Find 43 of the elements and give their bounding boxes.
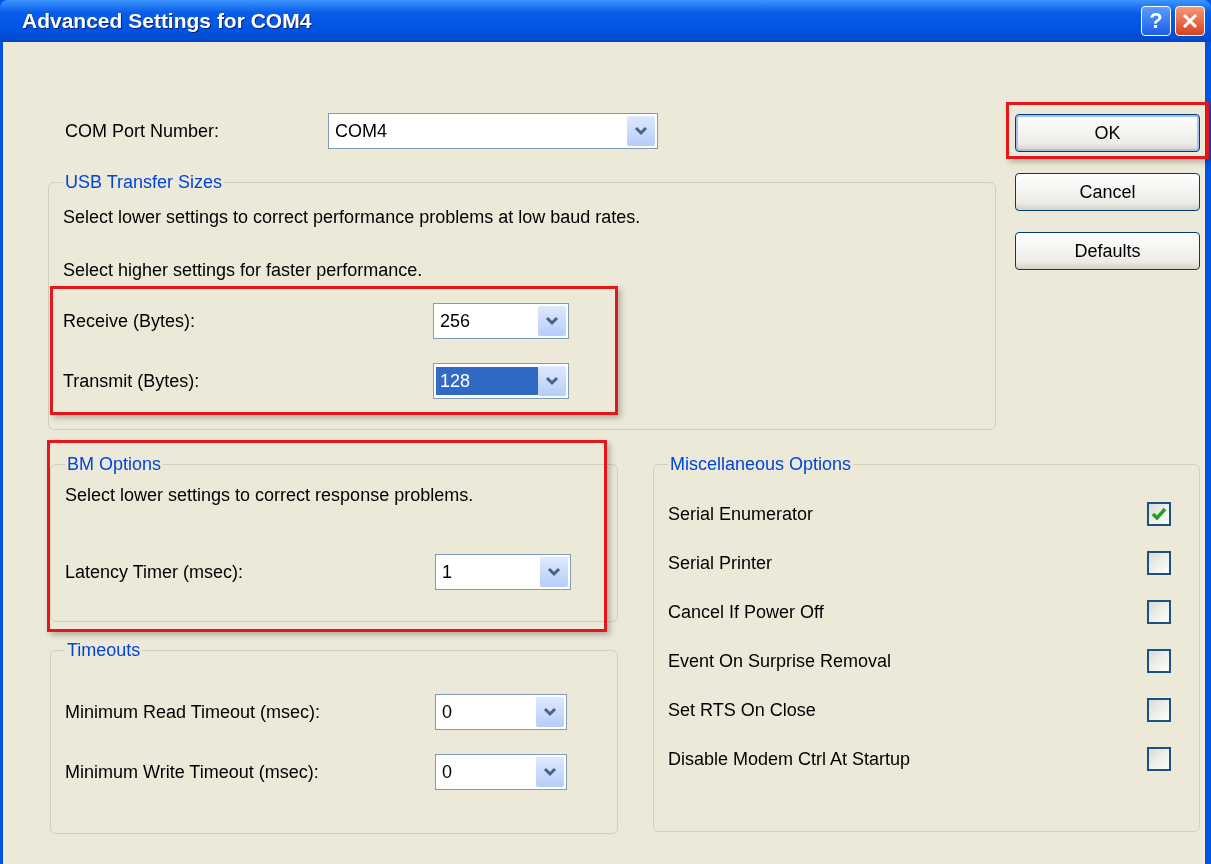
- description-text: Select higher settings for faster performance.: [63, 260, 424, 282]
- close-icon: [1182, 13, 1198, 29]
- group-title: Miscellaneous Options: [669, 454, 853, 475]
- group-title: Timeouts: [66, 640, 142, 661]
- checkbox[interactable]: [1147, 649, 1171, 673]
- field-label: Latency Timer (msec):: [65, 561, 245, 583]
- chevron-down-icon: [634, 126, 648, 136]
- dropdown[interactable]: 128: [433, 363, 569, 399]
- chevron-down-icon: [545, 316, 559, 326]
- field-label: COM Port Number:: [65, 120, 221, 142]
- checkbox[interactable]: [1147, 698, 1171, 722]
- window-title: Advanced Settings for COM4: [22, 9, 313, 33]
- chevron-down-icon: [543, 767, 557, 777]
- dropdown[interactable]: 0: [435, 694, 567, 730]
- group-title: USB Transfer Sizes: [64, 172, 224, 193]
- dialog-button[interactable]: OK: [1015, 114, 1200, 152]
- chevron-down-icon: [543, 707, 557, 717]
- description-text: Select lower settings to correct performance problems at low baud rates.: [63, 207, 642, 229]
- dropdown[interactable]: 1: [435, 554, 571, 590]
- field-label: Transmit (Bytes):: [63, 370, 201, 392]
- field-label: Minimum Write Timeout (msec):: [65, 761, 320, 783]
- dropdown[interactable]: 0: [435, 754, 567, 790]
- option-label: Disable Modem Ctrl At Startup: [668, 748, 911, 770]
- option-label: Set RTS On Close: [668, 699, 816, 721]
- option-label: Serial Enumerator: [668, 503, 814, 525]
- dialog-button[interactable]: Defaults: [1015, 232, 1200, 270]
- dropdown[interactable]: 256: [433, 303, 569, 339]
- option-label: Cancel If Power Off: [668, 601, 824, 623]
- field-label: Minimum Read Timeout (msec):: [65, 701, 322, 723]
- chevron-down-icon: [545, 376, 559, 386]
- dropdown[interactable]: COM4: [328, 113, 658, 149]
- option-label: Event On Surprise Removal: [668, 650, 892, 672]
- chevron-down-icon: [547, 567, 561, 577]
- option-label: Serial Printer: [668, 552, 773, 574]
- group-title: BM Options: [66, 454, 163, 475]
- checkbox[interactable]: [1147, 747, 1171, 771]
- dialog-button[interactable]: Cancel: [1015, 173, 1200, 211]
- checkbox[interactable]: [1147, 551, 1171, 575]
- description-text: Select lower settings to correct response problems.: [65, 485, 475, 507]
- close-button[interactable]: [1175, 6, 1205, 36]
- checkbox[interactable]: [1147, 600, 1171, 624]
- field-label: Receive (Bytes):: [63, 310, 197, 332]
- checkbox[interactable]: [1147, 502, 1171, 526]
